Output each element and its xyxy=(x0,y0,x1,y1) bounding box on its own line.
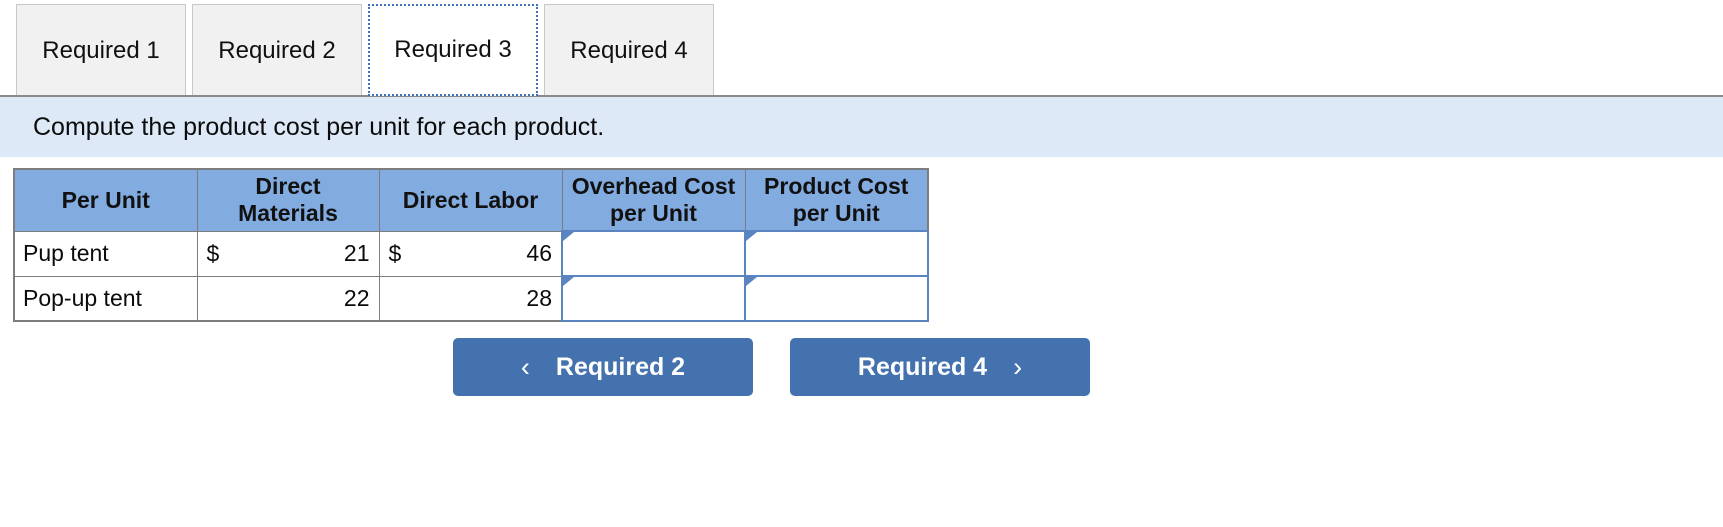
cell-value: 28 xyxy=(526,284,552,311)
tab-required-4[interactable]: Required 4 xyxy=(544,4,714,96)
cell-value: 21 xyxy=(343,240,370,266)
instruction-text: Compute the product cost per unit for ea… xyxy=(33,112,605,141)
row-label-pup-tent: Pup tent xyxy=(13,230,198,277)
tab-required-2[interactable]: Required 2 xyxy=(192,4,362,96)
previous-requirement-button[interactable]: ‹ Required 2 xyxy=(453,338,753,396)
column-header-direct-materials: Direct Materials xyxy=(196,168,380,232)
chevron-right-icon: › xyxy=(1013,351,1023,382)
chevron-left-icon: ‹ xyxy=(520,351,530,382)
cell-direct-materials: $ 21 xyxy=(196,230,380,277)
tab-label: Required 3 xyxy=(394,36,512,63)
input-overhead-cost-per-unit-pop-up-tent[interactable] xyxy=(561,275,746,322)
table-header-row: Per Unit Direct Materials Direct Labor O… xyxy=(13,168,929,232)
column-header-product-cost-per-unit: Product Cost per Unit xyxy=(744,168,929,232)
tab-label: Required 4 xyxy=(570,36,688,64)
previous-requirement-label: Required 2 xyxy=(555,352,686,381)
cell-value: 22 xyxy=(343,284,370,311)
cell-marker-icon xyxy=(746,232,757,241)
tab-label: Required 1 xyxy=(42,36,160,64)
cell-direct-labor: 28 xyxy=(378,275,563,322)
column-header-overhead-cost-per-unit: Overhead Cost per Unit xyxy=(561,168,746,232)
tab-list: Required 1 Required 2 Required 3 Require… xyxy=(16,4,720,96)
product-cost-table: Per Unit Direct Materials Direct Labor O… xyxy=(13,168,929,322)
input-product-cost-per-unit-pup-tent[interactable] xyxy=(744,230,929,277)
cell-direct-materials: 22 xyxy=(196,275,380,322)
next-requirement-label: Required 4 xyxy=(857,352,988,381)
tab-required-3[interactable]: Required 3 xyxy=(368,4,538,96)
input-overhead-cost-per-unit-pup-tent[interactable] xyxy=(561,230,746,277)
column-header-per-unit: Per Unit xyxy=(13,168,198,232)
tab-strip: Required 1 Required 2 Required 3 Require… xyxy=(0,0,1723,100)
navigation-row: ‹ Required 2 Required 4 › xyxy=(0,338,1723,402)
table-row: Pup tent $ 21 $ 46 xyxy=(13,230,929,277)
table-header: Per Unit Direct Materials Direct Labor O… xyxy=(13,168,929,232)
cell-marker-icon xyxy=(563,232,574,241)
tab-required-1[interactable]: Required 1 xyxy=(16,4,186,96)
next-requirement-button[interactable]: Required 4 › xyxy=(790,338,1090,396)
currency-symbol: $ xyxy=(388,240,402,266)
cell-value: 46 xyxy=(526,240,552,266)
input-product-cost-per-unit-pop-up-tent[interactable] xyxy=(744,275,929,322)
currency-symbol: $ xyxy=(206,240,220,266)
row-label-pop-up-tent: Pop-up tent xyxy=(13,275,198,322)
column-header-direct-labor: Direct Labor xyxy=(378,168,563,232)
table-body: Pup tent $ 21 $ 46 Pop-up tent 22 28 xyxy=(13,230,929,322)
instruction-bar: Compute the product cost per unit for ea… xyxy=(0,97,1723,157)
cell-marker-icon xyxy=(563,277,574,286)
cell-marker-icon xyxy=(746,277,757,286)
tab-label: Required 2 xyxy=(218,36,336,64)
table-row: Pop-up tent 22 28 xyxy=(13,275,929,322)
cell-direct-labor: $ 46 xyxy=(378,230,563,277)
